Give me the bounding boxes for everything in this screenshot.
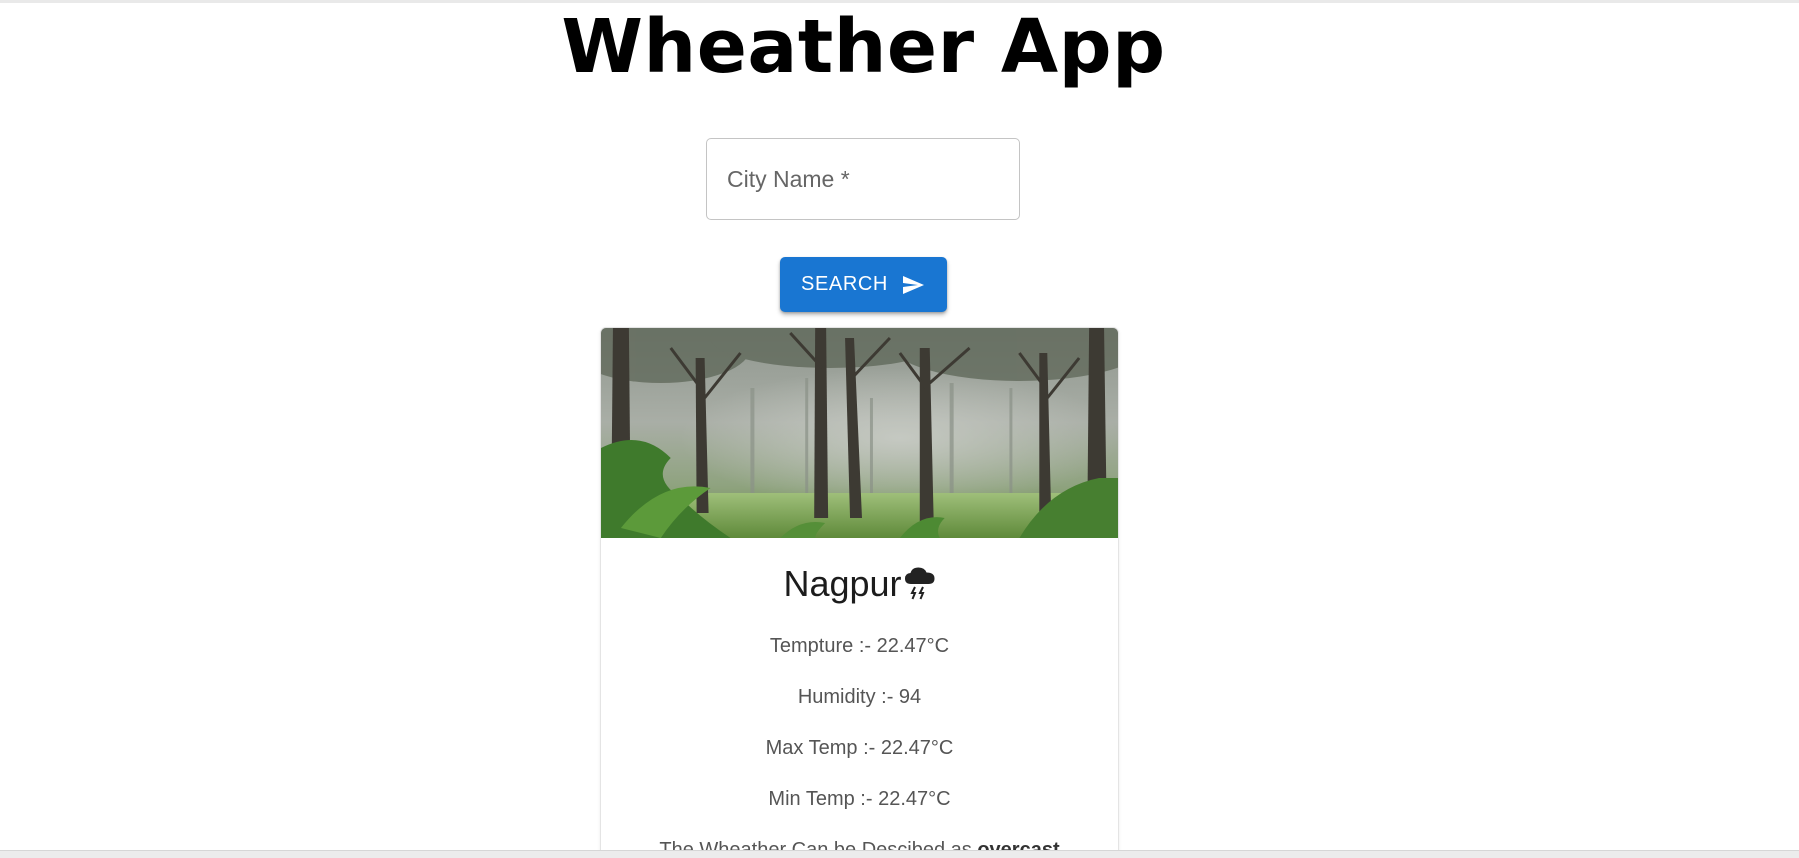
max-temp-text: Max Temp :- 22.47°C	[765, 737, 954, 759]
humidity-text: Humidity :- 94	[797, 686, 922, 708]
search-button-label: SEARCH	[801, 273, 888, 295]
city-name-input[interactable]	[707, 139, 1019, 219]
min-temp-text: Min Temp :- 22.47°C	[768, 788, 951, 810]
app-title: Wheather App	[561, 4, 1166, 90]
temperature-text: Tempture :- 22.47°C	[769, 635, 950, 657]
forest-fog-image	[601, 328, 1118, 538]
horizontal-scrollbar[interactable]	[0, 850, 1799, 858]
send-icon	[902, 275, 924, 294]
city-name: Nagpur	[601, 560, 1118, 608]
city-name-field[interactable]	[706, 138, 1020, 220]
city-name-text: Nagpur	[783, 563, 902, 604]
thunderstorm-cloud-icon	[904, 567, 935, 600]
search-button[interactable]: SEARCH	[780, 257, 947, 312]
page: Wheather App SEARCH	[0, 0, 1799, 858]
weather-card: Nagpur Tempture :- 22.47°C Humidity :- 9…	[600, 327, 1119, 858]
